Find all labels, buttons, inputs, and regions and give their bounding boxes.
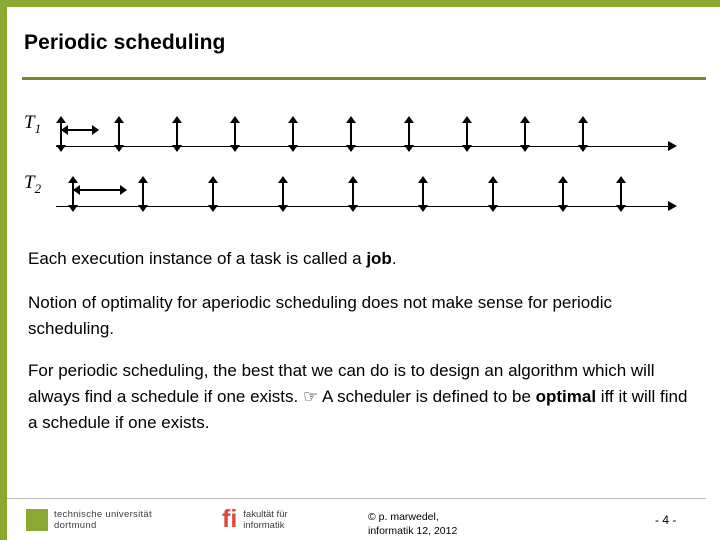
period-arrow-t2	[73, 185, 127, 195]
fi-logo-line2: informatik	[243, 519, 285, 531]
timeline-axis-head-t2	[668, 201, 677, 211]
slide-body: Each execution instance of a task is cal…	[28, 246, 688, 436]
paragraph1-job-term: job	[366, 249, 392, 268]
tu-logo-line2: dortmund	[54, 520, 97, 531]
period-arrow-t1	[61, 125, 99, 135]
copyright-notice: © p. marwedel, informatik 12, 2012	[368, 510, 457, 538]
title-divider	[22, 77, 706, 80]
job-marker-t1	[114, 116, 124, 152]
job-marker-t1	[520, 116, 530, 152]
job-marker-t2	[68, 176, 78, 212]
copyright-line1: © p. marwedel,	[368, 511, 439, 523]
left-accent-bar	[0, 7, 7, 540]
job-marker-t2	[418, 176, 428, 212]
job-marker-t2	[488, 176, 498, 212]
job-marker-t2	[558, 176, 568, 212]
fi-logo-line1: fakultät für	[243, 508, 288, 520]
copyright-line2: informatik 12, 2012	[368, 525, 458, 537]
job-marker-t1	[230, 116, 240, 152]
tu-dortmund-logo: technische universität dortmund	[26, 509, 152, 531]
tu-logo-icon	[26, 509, 48, 531]
paragraph-optimal-scheduler: For periodic scheduling, the best that w…	[28, 358, 688, 436]
paragraph-job-definition: Each execution instance of a task is cal…	[28, 246, 688, 272]
paragraph1-part-c: .	[391, 249, 397, 268]
job-marker-t2	[616, 176, 626, 212]
job-marker-t2	[208, 176, 218, 212]
page-number: - 4 -	[655, 513, 677, 527]
top-accent-bar	[0, 0, 720, 7]
periodic-schedule-diagram: T1 T2	[0, 96, 720, 226]
paragraph-optimality-notion: Notion of optimality for aperiodic sched…	[28, 293, 612, 338]
task-label-t1: T1	[24, 112, 42, 136]
task-label-t2: T2	[24, 172, 42, 196]
job-marker-t1	[346, 116, 356, 152]
job-marker-t1	[462, 116, 472, 152]
job-marker-t2	[278, 176, 288, 212]
job-marker-t2	[138, 176, 148, 212]
tu-logo-text: technische universität dortmund	[54, 509, 152, 531]
footer-divider	[7, 498, 706, 499]
job-marker-t1	[172, 116, 182, 152]
slide-title: Periodic scheduling	[24, 31, 226, 54]
fakultaet-informatik-logo: fi fakultät für informatik	[222, 507, 288, 532]
job-marker-t1	[288, 116, 298, 152]
paragraph1-part-a: Each execution instance of a task is cal…	[28, 249, 367, 268]
slide: Periodic scheduling T1 T2 Each execution…	[0, 0, 720, 540]
paragraph3-part-b: A scheduler is defined to be	[318, 387, 536, 406]
fi-logo-icon: fi	[222, 505, 238, 533]
pointing-hand-icon: ☞	[303, 387, 319, 407]
fi-logo-text: fakultät für informatik	[243, 509, 287, 531]
job-marker-t2	[348, 176, 358, 212]
tu-logo-line1: technische universität	[54, 509, 152, 520]
paragraph3-optimal-term: optimal	[535, 387, 597, 406]
job-marker-t1	[578, 116, 588, 152]
job-marker-t1	[404, 116, 414, 152]
job-marker-t1	[56, 116, 66, 152]
timeline-axis-head-t1	[668, 141, 677, 151]
timeline-axis-t2	[56, 206, 670, 207]
